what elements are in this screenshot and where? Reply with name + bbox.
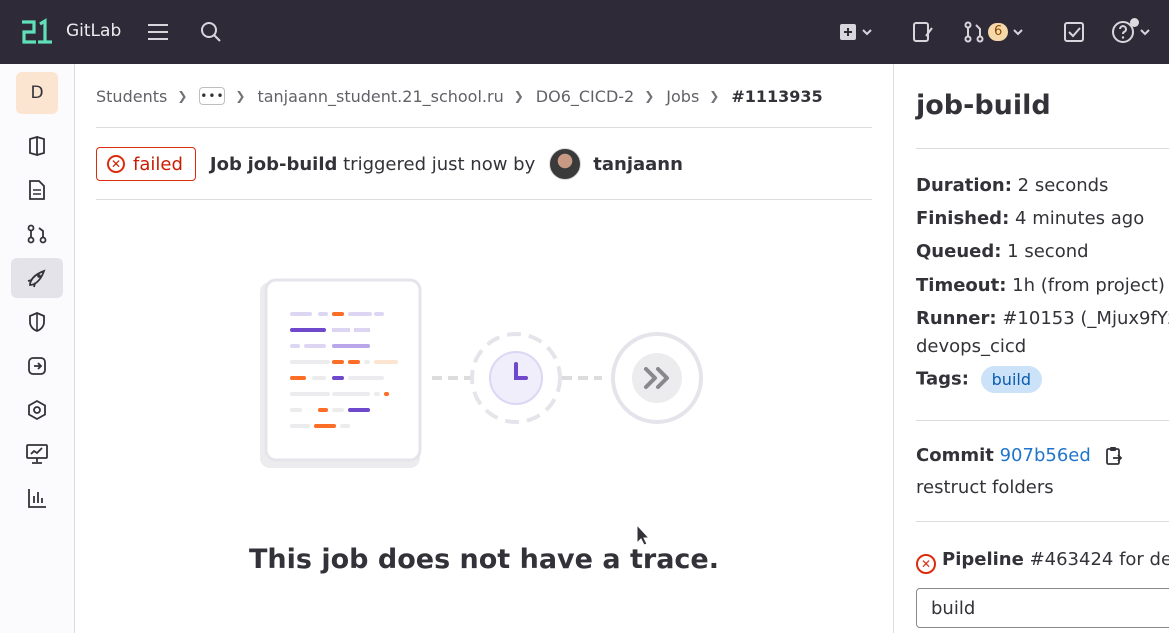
empty-state-title: This job does not have a trace.: [248, 544, 720, 575]
breadcrumb-current[interactable]: #1113935: [731, 87, 822, 106]
finished-row: Finished: 4 minutes ago: [916, 208, 1144, 229]
runner-label: Runner:: [916, 308, 997, 329]
breadcrumb: Students ❯ ••• ❯ tanjaann_student.21_sch…: [96, 84, 823, 108]
stage-dropdown[interactable]: build: [916, 588, 1169, 628]
runner-row: Runner: #10153 (_Mjux9fYz): [916, 308, 1169, 329]
timeout-label: Timeout:: [916, 275, 1007, 296]
project-overview-icon[interactable]: [11, 126, 63, 166]
divider: [96, 199, 872, 200]
left-sidebar: D: [0, 64, 75, 633]
deploy-icon[interactable]: [11, 346, 63, 386]
queued-label: Queued:: [916, 241, 1002, 262]
merge-request-icon: [964, 21, 984, 43]
top-bar: GitLab 6: [0, 0, 1169, 64]
gitlab-logo-icon[interactable]: [20, 18, 52, 46]
queued-value: 1 second: [1007, 241, 1089, 262]
failed-status-icon: ✕: [107, 155, 125, 173]
job-name: job-build: [247, 153, 338, 175]
job-prefix: Job: [209, 153, 242, 175]
create-new-button[interactable]: [839, 20, 873, 44]
chevron-right-icon: ❯: [513, 89, 524, 103]
breadcrumb-item[interactable]: DO6_CICD-2: [536, 87, 634, 106]
merge-requests-button[interactable]: 6: [963, 20, 1024, 44]
status-badge[interactable]: ✕ failed: [96, 147, 196, 181]
merge-requests-count: 6: [988, 23, 1009, 41]
commit-message: restruct folders: [916, 477, 1054, 498]
status-label: failed: [133, 153, 183, 175]
chevron-right-icon: ❯: [177, 89, 188, 103]
help-button[interactable]: [1111, 18, 1151, 44]
help-icon: [1111, 18, 1139, 44]
job-trigger-text: triggered just now by: [343, 153, 536, 175]
divider: [916, 148, 1169, 149]
security-shield-icon[interactable]: [11, 302, 63, 342]
commit-label: Commit: [916, 445, 994, 466]
pipeline-row: ✕ Pipeline #463424 for deve: [916, 549, 1169, 574]
avatar[interactable]: [549, 148, 582, 180]
merge-request-icon[interactable]: [11, 214, 63, 254]
failed-status-icon[interactable]: ✕: [916, 554, 936, 574]
todos-icon[interactable]: [1063, 20, 1085, 44]
commit-row: Commit 907b56ed: [916, 445, 1123, 466]
timeout-value[interactable]: 1h (from project): [1012, 275, 1165, 296]
breadcrumb-item[interactable]: Jobs: [666, 87, 699, 106]
tags-row: Tags: build: [916, 366, 1042, 393]
menu-hamburger-icon[interactable]: [146, 20, 170, 44]
project-avatar[interactable]: D: [16, 72, 58, 114]
tags-label: Tags:: [916, 368, 969, 390]
mouse-cursor-icon: [636, 524, 650, 546]
main-content: Students ❯ ••• ❯ tanjaann_student.21_sch…: [96, 64, 872, 633]
chevron-down-icon: [862, 29, 872, 36]
duration-row: Duration: 2 seconds: [916, 175, 1108, 196]
breadcrumb-item[interactable]: tanjaann_student.21_school.ru: [257, 87, 503, 106]
search-icon[interactable]: [200, 20, 222, 44]
queued-row: Queued: 1 second: [916, 241, 1089, 262]
user-name-link[interactable]: tanjaann: [593, 154, 683, 175]
analytics-icon[interactable]: [11, 478, 63, 518]
build-rocket-icon[interactable]: [11, 258, 63, 298]
divider: [916, 521, 1169, 522]
pipeline-info[interactable]: #463424 for deve: [1030, 549, 1169, 570]
issues-icon[interactable]: [912, 20, 934, 44]
repository-icon[interactable]: [11, 170, 63, 210]
chevron-right-icon: ❯: [235, 89, 246, 103]
duration-label: Duration:: [916, 175, 1012, 196]
breadcrumb-item[interactable]: Students: [96, 87, 167, 106]
operate-icon[interactable]: [11, 390, 63, 430]
chevron-down-icon: [1013, 29, 1023, 36]
runner-value: #10153 (_Mjux9fYz): [1002, 308, 1169, 329]
chevron-down-icon: [1140, 29, 1150, 36]
job-header: ✕ failed Job job-build triggered just no…: [96, 147, 683, 181]
runner-description: devops_cicd: [916, 336, 1027, 357]
tag-badge: build: [980, 366, 1042, 393]
finished-value: 4 minutes ago: [1015, 208, 1145, 229]
plus-square-icon: [840, 24, 856, 40]
timeout-row: Timeout: 1h (from project): [916, 275, 1165, 296]
commit-sha-link[interactable]: 907b56ed: [1000, 445, 1091, 466]
chevron-right-icon: ❯: [644, 89, 655, 103]
stage-selected-value: build: [931, 597, 976, 619]
divider: [96, 127, 872, 128]
divider: [916, 420, 1169, 421]
sidebar-job-title: job-build: [916, 90, 1051, 121]
chevron-right-icon: ❯: [709, 89, 720, 103]
pipeline-label: Pipeline: [942, 549, 1024, 570]
copy-clipboard-icon[interactable]: [1105, 446, 1123, 466]
monitor-icon[interactable]: [11, 434, 63, 474]
finished-label: Finished:: [916, 208, 1010, 229]
breadcrumb-more-button[interactable]: •••: [199, 87, 226, 105]
duration-value: 2 seconds: [1017, 175, 1109, 196]
empty-log-illustration: [260, 278, 703, 468]
brand-name[interactable]: GitLab: [66, 21, 121, 41]
job-details-sidebar: job-build Duration: 2 seconds Finished: …: [893, 64, 1169, 633]
